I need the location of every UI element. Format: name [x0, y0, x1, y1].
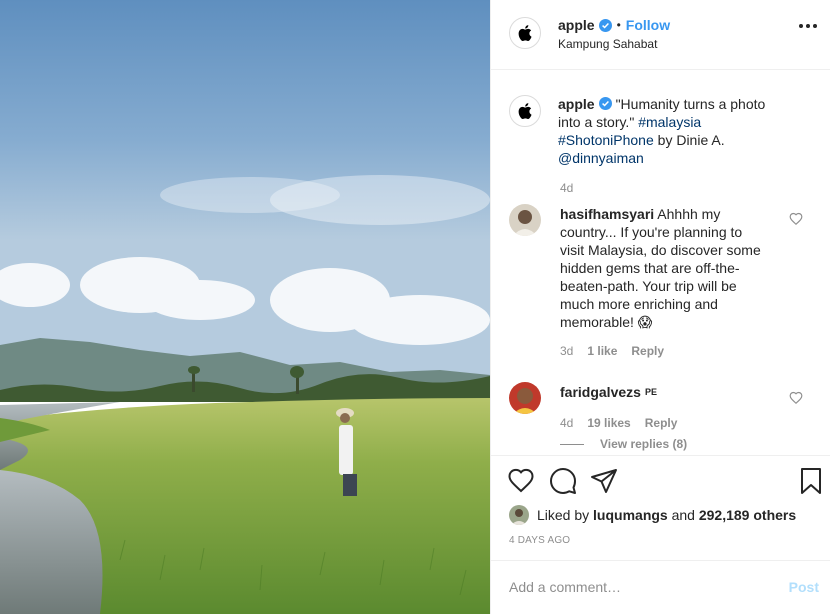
comment-likes[interactable]: 19 likes: [587, 416, 630, 430]
share-icon[interactable]: [590, 467, 618, 495]
likes-summary: Liked by luqumangs and 292,189 others: [509, 505, 796, 525]
liker-avatar[interactable]: [509, 505, 529, 525]
comment-icon[interactable]: [549, 467, 577, 495]
comment-text: faridgalvezs PE: [560, 383, 770, 401]
verified-icon: [598, 18, 612, 32]
caption-text: apple "Humanity turns a photo into a stor…: [558, 95, 788, 167]
post-side-panel: apple • Follow Kampung Sahabat apple "Hum…: [490, 0, 830, 614]
more-options-icon[interactable]: [799, 24, 817, 28]
profile-badge: PE: [644, 387, 657, 397]
post-comment-button[interactable]: Post: [789, 579, 819, 595]
heart-icon[interactable]: [789, 212, 803, 226]
add-comment-bar: Post: [491, 560, 830, 614]
comment-input[interactable]: [509, 577, 759, 597]
mention-link[interactable]: @dinnyaiman: [558, 150, 644, 166]
verified-icon: [598, 97, 612, 110]
post-timestamp[interactable]: 4 DAYS AGO: [509, 535, 570, 546]
post-header: apple • Follow Kampung Sahabat: [491, 0, 830, 70]
comment-time[interactable]: 3d: [560, 344, 573, 358]
caption-avatar[interactable]: [509, 95, 541, 127]
apple-logo-icon: [518, 25, 532, 41]
comment-body: Ahhhh my country... If you're planning t…: [560, 206, 761, 330]
hashtag-shotoniphone[interactable]: #ShotoniPhone: [558, 132, 654, 148]
reply-button[interactable]: Reply: [631, 344, 664, 358]
liked-by-and: and: [671, 507, 695, 523]
comment-meta: 3d 1 like Reply: [560, 344, 664, 358]
commenter-avatar[interactable]: [509, 382, 541, 414]
liker-username[interactable]: luqumangs: [593, 507, 668, 523]
caption-time[interactable]: 4d: [560, 181, 573, 195]
separator-dot: •: [616, 18, 621, 32]
header-username[interactable]: apple: [558, 17, 595, 33]
comment-text: hasifhamsyari Ahhhh my country... If you…: [560, 205, 770, 331]
follow-button[interactable]: Follow: [626, 17, 670, 33]
hashtag-malaysia[interactable]: #malaysia: [638, 114, 701, 130]
heart-icon[interactable]: [789, 391, 803, 405]
apple-logo-icon: [518, 103, 532, 119]
likes-count-link[interactable]: 292,189 others: [699, 507, 796, 523]
comment-username[interactable]: faridgalvezs: [560, 383, 641, 401]
comment-time[interactable]: 4d: [560, 416, 573, 430]
post-image: [0, 0, 490, 614]
comment-username[interactable]: hasifhamsyari: [560, 206, 654, 222]
bookmark-icon[interactable]: [797, 467, 825, 495]
view-replies-button[interactable]: View replies (8): [560, 437, 687, 451]
reply-button[interactable]: Reply: [645, 416, 678, 430]
location-link[interactable]: Kampung Sahabat: [558, 37, 657, 51]
caption-username[interactable]: apple: [558, 96, 595, 112]
heart-icon[interactable]: [507, 467, 535, 495]
comment-meta: 4d 19 likes Reply: [560, 416, 677, 430]
caption-credit: by Dinie A.: [657, 132, 725, 148]
commenter-avatar[interactable]: [509, 204, 541, 236]
view-replies-label: View replies (8): [600, 437, 688, 451]
post-photo[interactable]: [0, 0, 490, 614]
comment-likes[interactable]: 1 like: [587, 344, 617, 358]
replies-line: [560, 443, 584, 445]
liked-by-prefix: Liked by: [537, 507, 590, 523]
profile-avatar[interactable]: [509, 17, 541, 49]
post-actions: Liked by luqumangs and 292,189 others 4 …: [491, 455, 830, 560]
